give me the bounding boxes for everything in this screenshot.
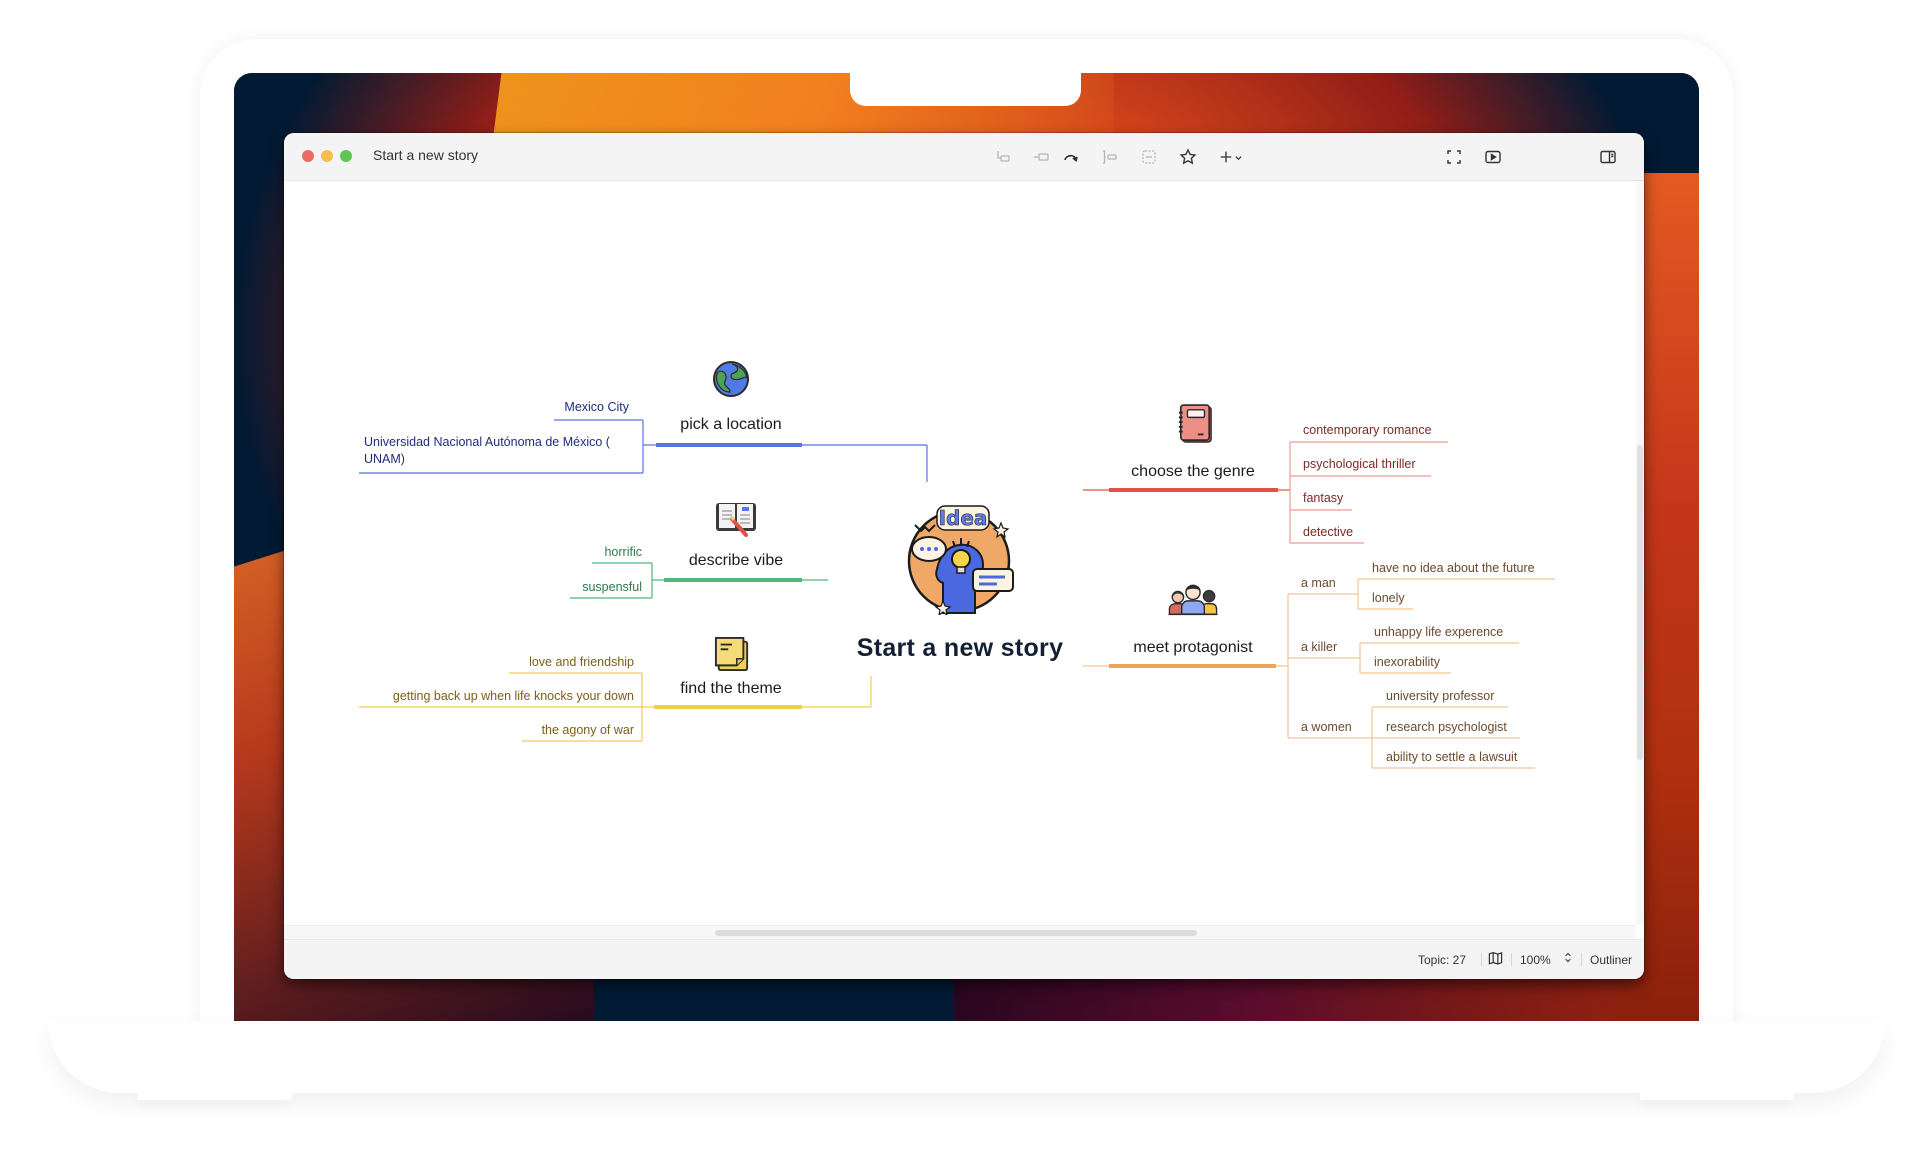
subtopic-unam-line1[interactable]: Universidad Nacional Autónoma de México … [364, 435, 610, 449]
branch-icon-theme [714, 636, 750, 677]
branch-icon-vibe [714, 499, 758, 544]
branch-icon-location [712, 360, 750, 403]
subtopic-unhappy-life[interactable]: unhappy life experence [1374, 625, 1503, 639]
subtopic-suspensful[interactable]: suspensful [582, 580, 642, 594]
subtopic-a-women[interactable]: a women [1301, 720, 1352, 734]
subtopic-contemporary-romance[interactable]: contemporary romance [1303, 423, 1432, 437]
subtopic-unam-line2[interactable]: UNAM) [364, 452, 405, 466]
subtopic-love-and-friendship[interactable]: love and friendship [529, 655, 634, 669]
topic-describe-vibe[interactable]: describe vibe [689, 552, 783, 570]
people-group-icon [1168, 584, 1218, 616]
subtopic-inexorability[interactable]: inexorability [1374, 655, 1440, 669]
topic-choose-the-genre[interactable]: choose the genre [1131, 463, 1255, 481]
idea-lightbulb-icon: Idea [907, 505, 1014, 617]
subtopic-detective[interactable]: detective [1303, 525, 1353, 539]
globe-icon [713, 361, 749, 397]
branch-icon-protagonist [1167, 582, 1219, 621]
notebook-icon [1178, 404, 1212, 443]
topic-find-the-theme[interactable]: find the theme [680, 680, 781, 698]
subtopic-getting-back-up[interactable]: getting back up when life knocks your do… [393, 689, 634, 703]
svg-text:Idea: Idea [939, 506, 988, 530]
subtopic-research-psychologist[interactable]: research psychologist [1386, 720, 1507, 734]
subtopic-psychological-thriller[interactable]: psychological thriller [1303, 457, 1416, 471]
central-topic[interactable]: Start a new story [857, 634, 1064, 663]
subtopic-agony-of-war[interactable]: the agony of war [542, 723, 634, 737]
subtopic-settle-lawsuit[interactable]: ability to settle a lawsuit [1386, 750, 1517, 764]
subtopic-a-man[interactable]: a man [1301, 576, 1336, 590]
topic-pick-a-location[interactable]: pick a location [680, 416, 781, 434]
subtopic-mexico-city[interactable]: Mexico City [564, 400, 629, 414]
subtopic-no-idea-future[interactable]: have no idea about the future [1372, 561, 1535, 575]
book-pencil-icon [716, 503, 756, 537]
mindmap: Idea Start a new story pick a location M… [0, 0, 1932, 1154]
subtopic-a-killer[interactable]: a killer [1301, 640, 1337, 654]
subtopic-lonely[interactable]: lonely [1372, 591, 1405, 605]
subtopic-university-professor[interactable]: university professor [1386, 689, 1494, 703]
sticky-note-icon [714, 636, 749, 672]
topic-meet-protagonist[interactable]: meet protagonist [1133, 639, 1252, 657]
branch-icon-genre [1177, 404, 1213, 449]
central-topic-icon: Idea [903, 503, 1015, 617]
subtopic-horrific[interactable]: horrific [604, 545, 642, 559]
subtopic-fantasy[interactable]: fantasy [1303, 491, 1343, 505]
